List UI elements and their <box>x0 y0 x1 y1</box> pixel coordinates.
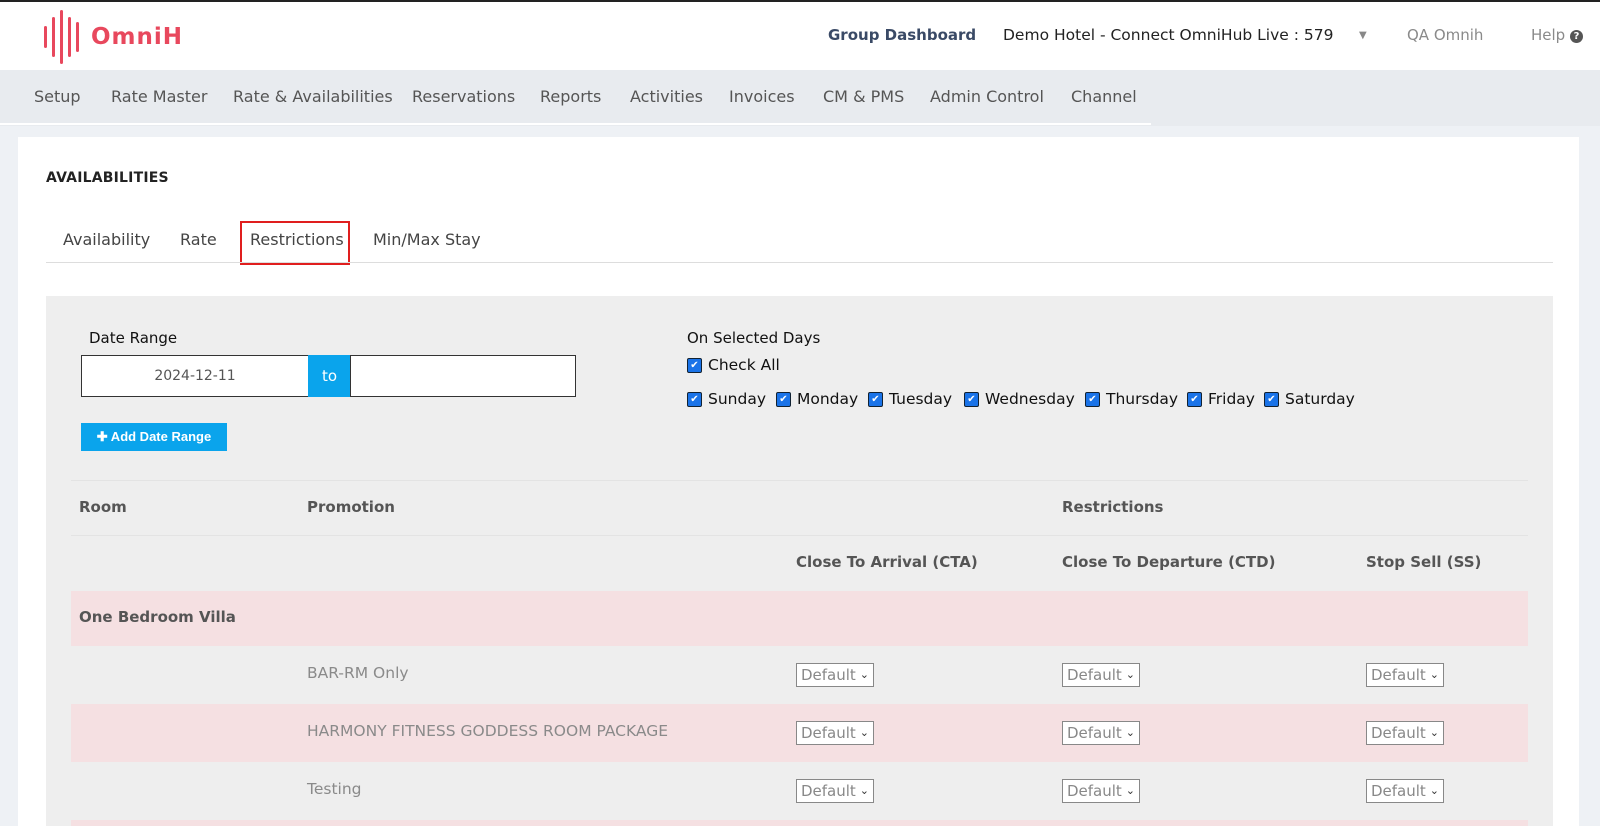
cta-select[interactable]: Default ⌄ <box>796 663 874 687</box>
ss-select[interactable]: Default ⌄ <box>1366 779 1444 803</box>
question-icon: ? <box>1569 30 1583 43</box>
ctd-select[interactable]: Default ⌄ <box>1062 779 1140 803</box>
tab-rate[interactable]: Rate <box>180 230 217 249</box>
select-value: Default <box>1067 782 1122 800</box>
nav-reservations[interactable]: Reservations <box>412 87 515 106</box>
day-checkbox-thursday[interactable]: ✔ Thursday <box>1085 390 1178 408</box>
tab-divider <box>46 262 1553 263</box>
chevron-down-icon: ⌄ <box>1429 784 1439 797</box>
day-checkbox-tuesday[interactable]: ✔ Tuesday <box>868 390 952 408</box>
header-ctd: Close To Departure (CTD) <box>1062 553 1276 571</box>
select-value: Default <box>1371 782 1426 800</box>
logo-bars-icon <box>44 10 79 64</box>
check-all-label: Check All <box>708 356 780 374</box>
nav-setup[interactable]: Setup <box>34 87 81 106</box>
day-label: Friday <box>1208 390 1255 408</box>
ss-select[interactable]: Default ⌄ <box>1366 663 1444 687</box>
header-promotion: Promotion <box>307 498 395 516</box>
table-divider <box>71 480 1528 481</box>
header-cta: Close To Arrival (CTA) <box>796 553 978 571</box>
day-checkbox-monday[interactable]: ✔ Monday <box>776 390 858 408</box>
checkbox-checked-icon: ✔ <box>1187 391 1202 407</box>
header-restrictions: Restrictions <box>1062 498 1164 516</box>
nav-cm-pms[interactable]: CM & PMS <box>823 87 904 106</box>
tab-availability[interactable]: Availability <box>63 230 150 249</box>
chevron-down-icon: ⌄ <box>859 784 869 797</box>
day-checkbox-saturday[interactable]: ✔ Saturday <box>1264 390 1355 408</box>
chevron-down-icon: ⌄ <box>859 726 869 739</box>
chevron-down-icon[interactable]: ▼ <box>1359 30 1367 41</box>
add-date-range-button[interactable]: ✚ Add Date Range <box>81 423 227 451</box>
chevron-down-icon: ⌄ <box>1125 784 1135 797</box>
ctd-select[interactable]: Default ⌄ <box>1062 663 1140 687</box>
day-label: Wednesday <box>985 390 1075 408</box>
day-label: Thursday <box>1106 390 1179 408</box>
promotion-name: Testing <box>307 780 362 798</box>
header-room: Room <box>79 498 127 516</box>
selected-days-label: On Selected Days <box>687 329 821 347</box>
chevron-down-icon: ⌄ <box>859 668 869 681</box>
room-row <box>71 591 1528 646</box>
promotion-name: HARMONY FITNESS GODDESS ROOM PACKAGE <box>307 722 669 740</box>
help-label: Help <box>1531 26 1566 44</box>
check-all-checkbox[interactable]: ✔ Check All <box>687 356 780 374</box>
promotion-name: BAR-RM Only <box>307 664 409 682</box>
group-dashboard-link[interactable]: Group Dashboard <box>828 26 976 44</box>
day-label: Tuesday <box>889 390 953 408</box>
header-ss: Stop Sell (SS) <box>1366 553 1482 571</box>
tab-min-max-stay[interactable]: Min/Max Stay <box>373 230 481 249</box>
hotel-selector[interactable]: Demo Hotel - Connect OmniHub Live : 579 <box>1003 26 1334 44</box>
user-menu[interactable]: QA Omnih <box>1407 26 1483 44</box>
nav-rate-master[interactable]: Rate Master <box>111 87 207 106</box>
cta-select[interactable]: Default ⌄ <box>796 779 874 803</box>
table-row <box>71 820 1528 826</box>
nav-reports[interactable]: Reports <box>540 87 601 106</box>
checkbox-checked-icon: ✔ <box>964 391 979 407</box>
date-from-input[interactable]: 2024-12-11 <box>81 355 309 397</box>
nav-invoices[interactable]: Invoices <box>729 87 795 106</box>
ctd-select[interactable]: Default ⌄ <box>1062 721 1140 745</box>
top-header: OmniH Group Dashboard Demo Hotel - Conne… <box>0 0 1600 70</box>
date-to-input[interactable] <box>350 355 576 397</box>
date-range-label: Date Range <box>89 329 178 347</box>
day-label: Sunday <box>708 390 766 408</box>
select-value: Default <box>1067 666 1122 684</box>
day-checkbox-sunday[interactable]: ✔ Sunday <box>687 390 766 408</box>
checkbox-checked-icon: ✔ <box>687 391 702 407</box>
day-checkbox-friday[interactable]: ✔ Friday <box>1187 390 1255 408</box>
chevron-down-icon: ⌄ <box>1429 726 1439 739</box>
help-link[interactable]: Help ? <box>1531 26 1583 44</box>
select-value: Default <box>1371 666 1426 684</box>
chevron-down-icon: ⌄ <box>1125 668 1135 681</box>
day-label: Saturday <box>1285 390 1355 408</box>
checkbox-checked-icon: ✔ <box>776 391 791 407</box>
nav-rate-availabilities[interactable]: Rate & Availabilities <box>233 87 393 106</box>
nav-divider <box>0 123 1151 125</box>
select-value: Default <box>801 666 856 684</box>
select-value: Default <box>801 724 856 742</box>
select-value: Default <box>1371 724 1426 742</box>
room-name: One Bedroom Villa <box>79 608 236 626</box>
page-title: AVAILABILITIES <box>46 170 169 186</box>
select-value: Default <box>801 782 856 800</box>
checkbox-checked-icon: ✔ <box>1085 391 1100 407</box>
select-value: Default <box>1067 724 1122 742</box>
ss-select[interactable]: Default ⌄ <box>1366 721 1444 745</box>
to-label: to <box>308 355 351 397</box>
table-divider <box>71 535 1528 536</box>
checkbox-checked-icon: ✔ <box>868 391 883 407</box>
nav-admin-control[interactable]: Admin Control <box>930 87 1044 106</box>
checkbox-checked-icon: ✔ <box>1264 391 1279 407</box>
chevron-down-icon: ⌄ <box>1125 726 1135 739</box>
nav-activities[interactable]: Activities <box>630 87 703 106</box>
day-label: Monday <box>797 390 859 408</box>
nav-channel[interactable]: Channel <box>1071 87 1137 106</box>
chevron-down-icon: ⌄ <box>1429 668 1439 681</box>
cta-select[interactable]: Default ⌄ <box>796 721 874 745</box>
day-checkbox-wednesday[interactable]: ✔ Wednesday <box>964 390 1075 408</box>
checkbox-checked-icon: ✔ <box>687 357 702 373</box>
logo-text: OmniH <box>91 24 184 50</box>
active-tab-highlight <box>240 221 350 265</box>
omnih-logo[interactable]: OmniH <box>44 10 183 64</box>
